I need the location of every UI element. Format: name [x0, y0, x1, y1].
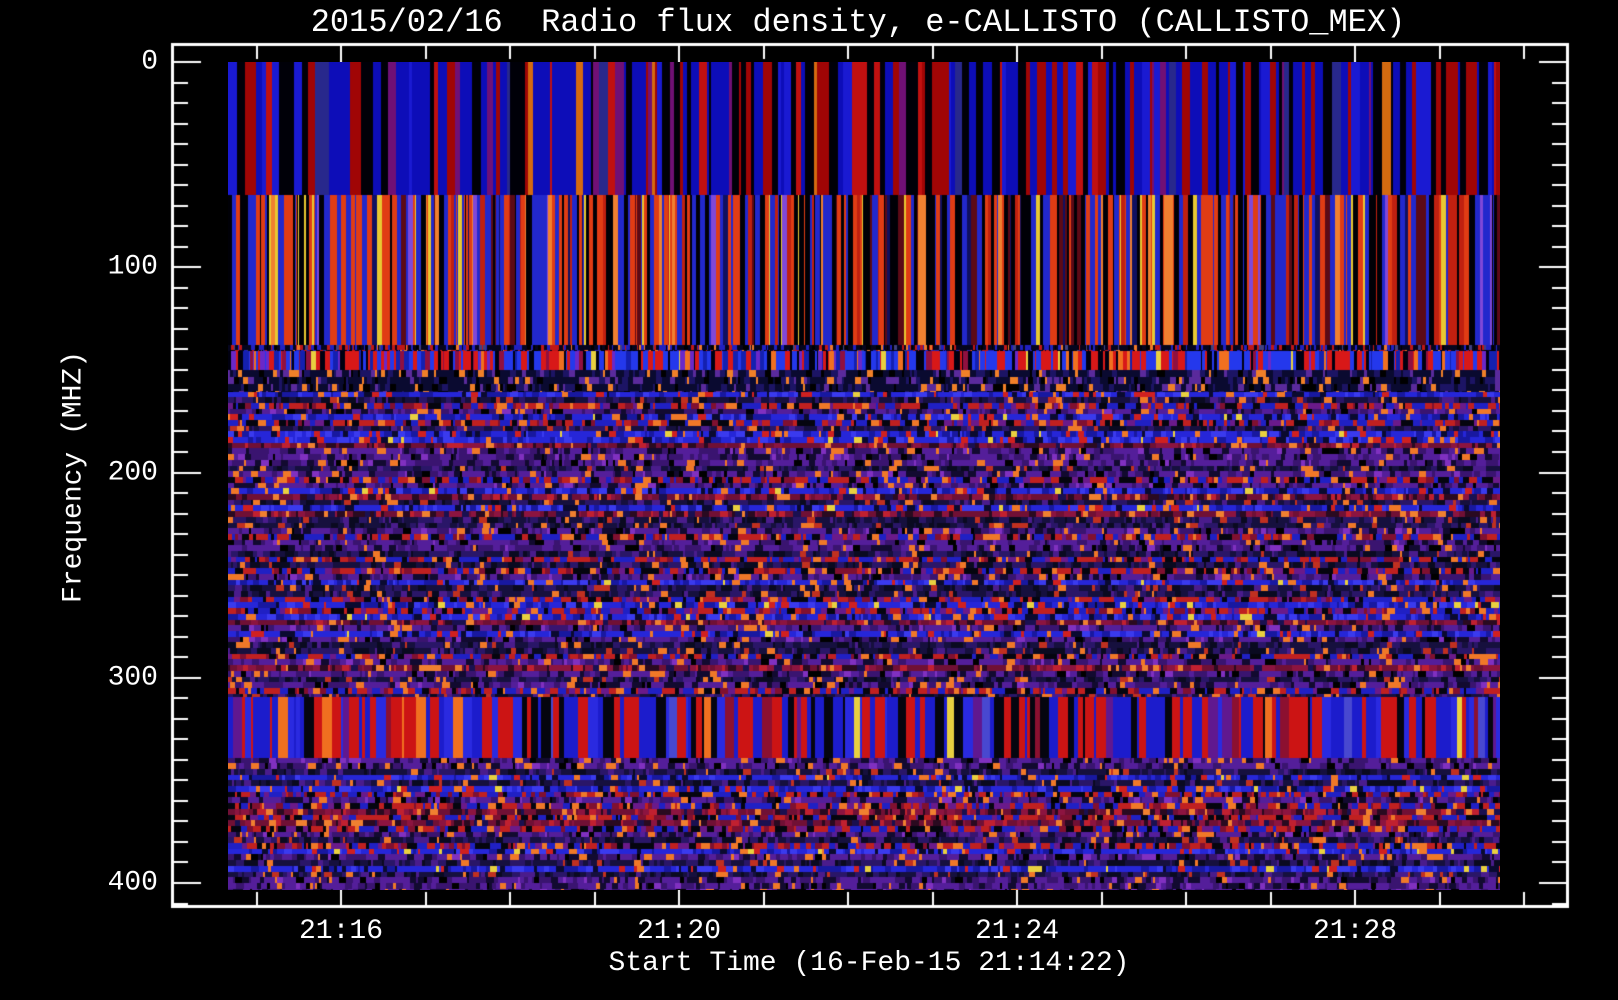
x-tick-label: 21:24: [974, 916, 1060, 947]
spectrogram-canvas: [228, 62, 1500, 890]
y-tick-label: 100: [107, 251, 158, 283]
x-tick-label: 21:20: [636, 916, 722, 947]
x-tick-label: 21:16: [298, 916, 384, 947]
y-tick-label: 400: [107, 867, 158, 899]
x-tick-label: 21:28: [1312, 916, 1398, 947]
y-tick-label: 0: [141, 46, 158, 78]
x-axis-title: Start Time (16-Feb-15 21:14:22): [608, 948, 1130, 979]
y-tick-label: 200: [107, 457, 158, 489]
y-axis-title: Frequency (MHZ): [58, 350, 90, 604]
callisto-spectrogram-window: 2015/02/16 Radio flux density, e-CALLIST…: [0, 0, 1618, 1000]
chart-title: 2015/02/16 Radio flux density, e-CALLIST…: [310, 4, 1406, 41]
y-tick-label: 300: [107, 662, 158, 694]
